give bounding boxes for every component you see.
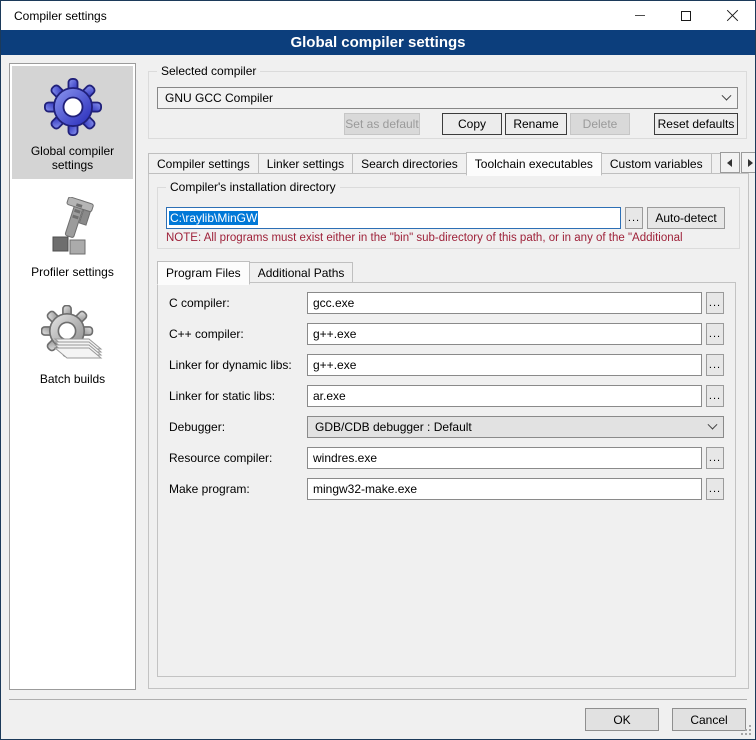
chevron-down-icon — [722, 90, 732, 100]
tab-search-directories[interactable]: Search directories — [352, 153, 467, 174]
tab-scroll-buttons — [719, 152, 756, 173]
debugger-select[interactable]: GDB/CDB debugger : Default — [307, 416, 724, 438]
autodetect-button[interactable]: Auto-detect — [647, 207, 725, 229]
field-row-resource-compiler: Resource compiler: ... — [169, 447, 724, 469]
resource-compiler-label: Resource compiler: — [169, 451, 307, 465]
cancel-button[interactable]: Cancel — [672, 708, 746, 731]
set-as-default-button[interactable]: Set as default — [344, 113, 420, 135]
titlebar: Compiler settings — [1, 1, 755, 30]
cpp-compiler-label: C++ compiler: — [169, 327, 307, 341]
field-row-linker-dynamic: Linker for dynamic libs: ... — [169, 354, 724, 376]
program-files-tabs: Program Files Additional Paths — [157, 261, 352, 283]
compiler-select-value: GNU GCC Compiler — [165, 91, 273, 105]
compiler-settings-dialog: Compiler settings Global compiler settin… — [0, 0, 756, 740]
browse-linker-dynamic-button[interactable]: ... — [706, 354, 724, 376]
chevron-down-icon — [708, 419, 718, 429]
field-row-c-compiler: C compiler: ... — [169, 292, 724, 314]
selected-compiler-group: Selected compiler GNU GCC Compiler Set a… — [148, 71, 747, 139]
debugger-select-value: GDB/CDB debugger : Default — [315, 420, 472, 434]
resize-grip[interactable] — [741, 725, 751, 735]
maximize-icon — [681, 11, 691, 21]
browse-linker-static-button[interactable]: ... — [706, 385, 724, 407]
compiler-select[interactable]: GNU GCC Compiler — [157, 87, 738, 109]
close-button[interactable] — [709, 1, 755, 30]
browse-make-program-button[interactable]: ... — [706, 478, 724, 500]
tab-compiler-settings[interactable]: Compiler settings — [148, 153, 259, 174]
ok-button[interactable]: OK — [585, 708, 659, 731]
field-row-cpp-compiler: C++ compiler: ... — [169, 323, 724, 345]
field-row-linker-static: Linker for static libs: ... — [169, 385, 724, 407]
field-row-debugger: Debugger: GDB/CDB debugger : Default — [169, 416, 724, 438]
cpp-compiler-input[interactable] — [307, 323, 702, 345]
install-dir-group-label: Compiler's installation directory — [166, 180, 340, 194]
linker-static-label: Linker for static libs: — [169, 389, 307, 403]
right-arrow-icon — [748, 159, 753, 167]
footer-buttons: OK Cancel — [585, 708, 746, 731]
sidebar-item-global-compiler-settings[interactable]: Global compiler settings — [12, 66, 133, 179]
tab-scroll-right-button[interactable] — [741, 152, 756, 173]
browse-install-dir-button[interactable]: ... — [625, 207, 643, 229]
tab-scroll-left-button[interactable] — [720, 152, 740, 173]
minimize-icon — [635, 15, 645, 16]
install-dir-note: NOTE: All programs must exist either in … — [166, 232, 737, 244]
sidebar-item-label: Global compiler settings — [14, 144, 131, 172]
sidebar-item-label: Batch builds — [40, 372, 105, 386]
gear-blue-icon — [44, 74, 102, 140]
delete-button[interactable]: Delete — [570, 113, 630, 135]
dialog-header-title: Global compiler settings — [1, 30, 755, 55]
install-dir-selected-text: C:\raylib\MinGW — [169, 211, 258, 225]
tab-linker-settings[interactable]: Linker settings — [258, 153, 353, 174]
compiler-button-row: Set as default Copy Rename Delete Reset … — [157, 113, 738, 135]
left-arrow-icon — [727, 159, 732, 167]
sidebar-item-label: Profiler settings — [31, 265, 114, 279]
install-dir-input[interactable]: C:\raylib\MinGW — [166, 207, 621, 229]
linker-static-input[interactable] — [307, 385, 702, 407]
gear-stack-icon — [41, 302, 105, 368]
copy-button[interactable]: Copy — [442, 113, 502, 135]
sidebar-item-profiler-settings[interactable]: Profiler settings — [12, 187, 133, 286]
browse-resource-compiler-button[interactable]: ... — [706, 447, 724, 469]
selected-compiler-group-label: Selected compiler — [157, 64, 260, 78]
rename-button[interactable]: Rename — [505, 113, 567, 135]
tab-toolchain-executables[interactable]: Toolchain executables — [466, 152, 602, 176]
minimize-button[interactable] — [617, 1, 663, 30]
linker-dynamic-label: Linker for dynamic libs: — [169, 358, 307, 372]
make-program-label: Make program: — [169, 482, 307, 496]
sidebar-item-batch-builds[interactable]: Batch builds — [12, 294, 133, 393]
footer-separator — [9, 699, 747, 700]
subtab-additional-paths[interactable]: Additional Paths — [249, 262, 354, 283]
c-compiler-label: C compiler: — [169, 296, 307, 310]
maximize-button[interactable] — [663, 1, 709, 30]
window-title: Compiler settings — [1, 9, 107, 23]
settings-tabs: Compiler settings Linker settings Search… — [148, 152, 754, 174]
debugger-label: Debugger: — [169, 420, 307, 434]
browse-cpp-compiler-button[interactable]: ... — [706, 323, 724, 345]
c-compiler-input[interactable] — [307, 292, 702, 314]
field-row-make-program: Make program: ... — [169, 478, 724, 500]
close-icon — [726, 9, 739, 22]
subtab-program-files[interactable]: Program Files — [157, 261, 250, 285]
toolchain-executables-page: Compiler's installation directory C:\ray… — [148, 173, 749, 689]
caliper-icon — [43, 195, 103, 261]
tab-custom-variables[interactable]: Custom variables — [601, 153, 712, 174]
browse-c-compiler-button[interactable]: ... — [706, 292, 724, 314]
linker-dynamic-input[interactable] — [307, 354, 702, 376]
resource-compiler-input[interactable] — [307, 447, 702, 469]
make-program-input[interactable] — [307, 478, 702, 500]
settings-category-list: Global compiler settings Prof — [9, 63, 136, 690]
program-files-page: C compiler: ... C++ compiler: ... Linker… — [157, 282, 736, 677]
install-dir-group: Compiler's installation directory C:\ray… — [157, 187, 740, 249]
reset-defaults-button[interactable]: Reset defaults — [654, 113, 738, 135]
caption-buttons — [617, 1, 755, 30]
